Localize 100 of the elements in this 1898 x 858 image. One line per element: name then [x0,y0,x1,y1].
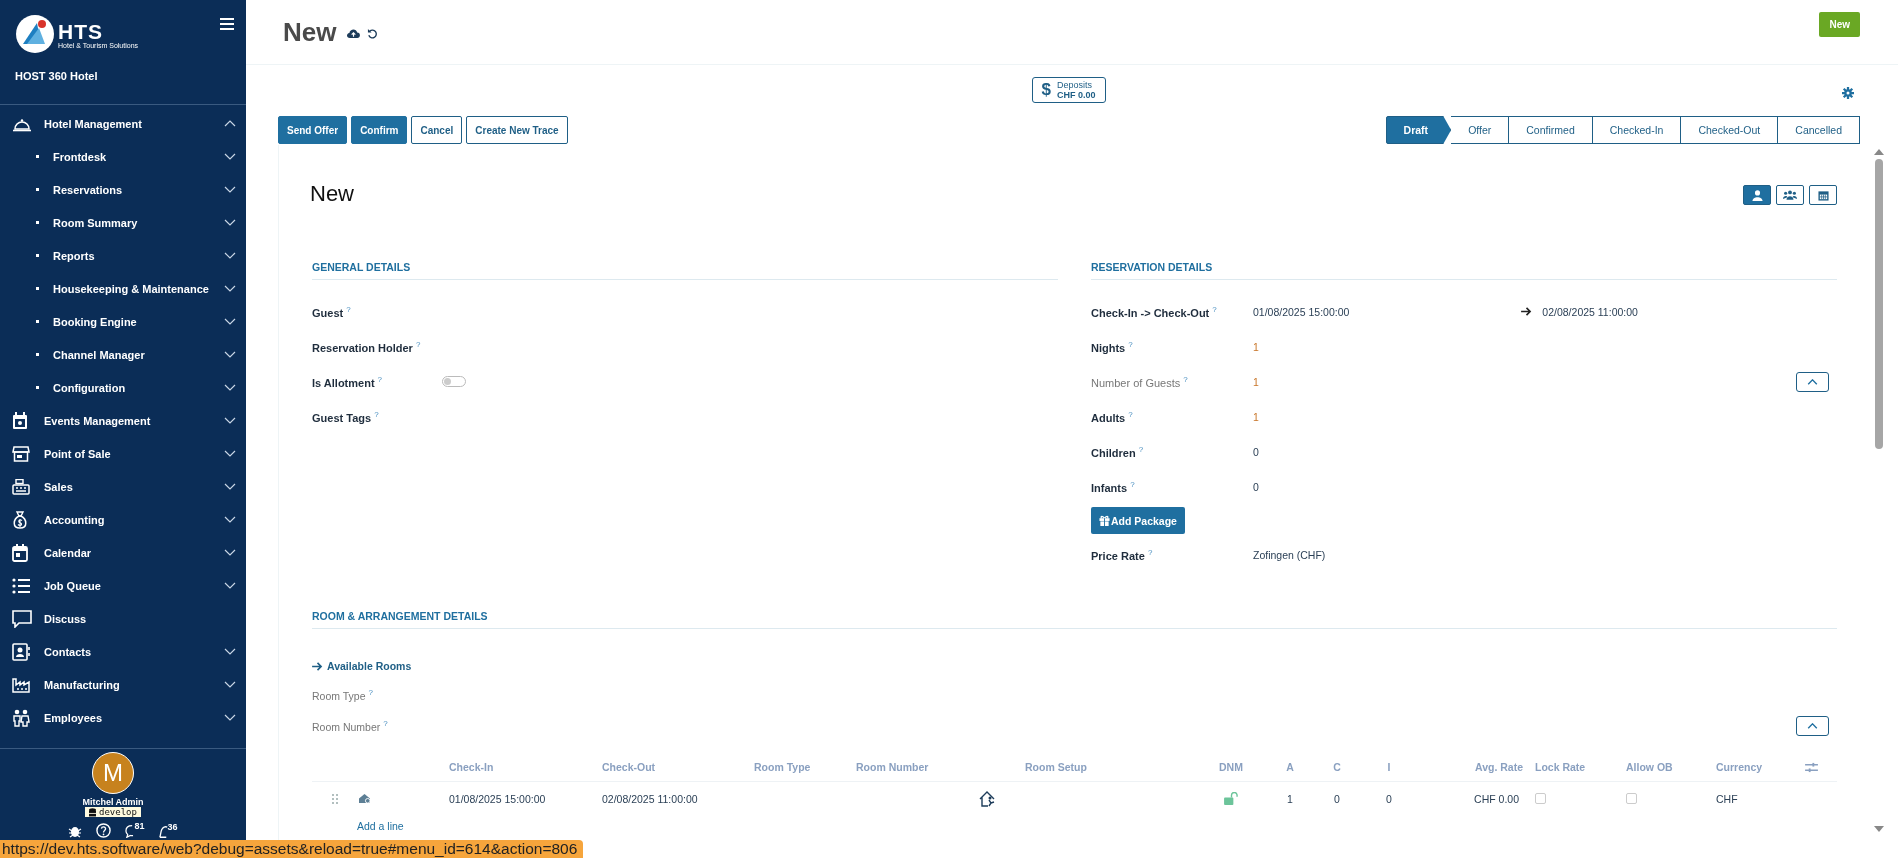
checkbox[interactable] [1535,793,1546,804]
action-button[interactable]: Confirm [351,116,408,144]
menu-item[interactable]: Discuss [0,602,246,635]
submenu-item[interactable]: Booking Engine [0,305,246,338]
scroll-up-icon[interactable] [1874,149,1884,155]
table-cell-text: 01/08/2025 15:00:00 [449,792,547,805]
calendar-icon [12,411,28,430]
settings-icon[interactable] [1842,87,1854,99]
menu-label: Employees [44,711,103,724]
menu-item[interactable]: Point of Sale [0,437,246,470]
bullet-icon [36,155,39,158]
bullet-icon [36,353,39,356]
deposits-label: Deposits [1056,80,1092,90]
action-button[interactable]: Create New Trace [466,116,568,144]
menu-item[interactable]: Accounting [0,503,246,536]
record-title: New [310,181,354,208]
field-label: Adults $^{?}$ [1091,409,1134,424]
status-stage[interactable]: Confirmed [1509,116,1593,144]
field-value[interactable]: 1 [1253,340,1261,353]
status-stage[interactable]: Checked-In [1592,116,1682,144]
status-bar-url: https://dev.hts.software/web?debug=assets&reload=true#menu_id=614&action=806 [0,840,584,858]
help-icon[interactable] [96,823,112,838]
page-title: New [283,16,337,48]
submenu-item[interactable]: Housekeeping & Maintenance [0,272,246,305]
collapse-button[interactable] [1796,715,1829,736]
view-button[interactable] [1809,185,1837,205]
bullet-icon [36,188,39,191]
menu-label: Reports [53,249,95,262]
menu-item[interactable]: Sales [0,470,246,503]
person-icon [1751,189,1763,201]
menu-label: Accounting [44,513,105,526]
submenu-item[interactable]: Reservations [0,173,246,206]
field-label: Nights $^{?}$ [1091,339,1134,354]
menu-item[interactable]: Calendar [0,536,246,569]
bullet-icon [36,287,39,290]
add-package-button[interactable]: Add Package [1091,507,1185,534]
available-rooms-link[interactable]: Available Rooms [312,660,412,672]
field-value[interactable]: Zofingen (CHF) [1253,548,1326,561]
chevron-up-icon [1807,378,1818,385]
field-value[interactable]: 0 [1253,480,1261,493]
submenu-item[interactable]: Frontdesk [0,140,246,173]
status-stage[interactable]: Cancelled [1778,116,1860,144]
people-icon [12,708,30,727]
field-label: Check-In -> Check-Out $^{?}$ [1091,304,1218,319]
menu-item[interactable]: Hotel Management [0,107,246,140]
submenu-item[interactable]: Channel Manager [0,338,246,371]
menu-label: Reservations [53,183,123,196]
list-icon [12,577,30,594]
calendar-icon [1817,189,1829,201]
arrow-right-icon [1521,307,1533,316]
company-name: HOST 360 Hotel [0,58,246,105]
submenu-item[interactable]: Room Summary [0,206,246,239]
menu-item[interactable]: Employees [0,701,246,734]
status-stage[interactable]: Draft [1385,116,1452,144]
menu-label: Events Management [44,414,151,427]
database-name: develop [99,807,137,817]
menu-item[interactable]: Manufacturing [0,668,246,701]
collapse-button[interactable] [1796,371,1829,392]
submenu-item[interactable]: Configuration [0,371,246,404]
gift-icon [1099,515,1110,526]
field-label: Infants $^{?}$ [1091,479,1136,494]
menu-label: Job Queue [44,579,101,592]
add-line-link[interactable]: Add a line [357,820,404,832]
drag-handle-icon[interactable] [332,793,338,804]
bell-icon [158,826,168,838]
table-cell-text: 0 [1333,792,1341,805]
menu-label: Contacts [44,645,92,658]
menu-icon[interactable] [220,18,234,30]
chat-icon [12,609,32,628]
field-value[interactable]: 01/08/2025 15:00:00 [1253,305,1350,318]
field-label: Guest Tags $^{?}$ [312,409,380,424]
menu-item[interactable]: Job Queue [0,569,246,602]
checkbox[interactable] [1626,793,1637,804]
money-bag-icon [12,510,28,529]
table-cell-text: CHF [1716,792,1739,805]
action-button[interactable]: Send Offer [278,116,348,144]
undo-icon[interactable] [367,28,379,39]
action-button[interactable]: Cancel [411,116,463,144]
menu-item[interactable]: Contacts [0,635,246,668]
field-value[interactable]: 1 [1253,410,1261,423]
status-stage[interactable]: Offer [1451,116,1510,144]
room-setup-icon[interactable] [979,790,995,807]
view-button[interactable] [1743,185,1771,205]
field-value[interactable]: 1 [1253,375,1261,388]
cloud-upload-icon[interactable] [346,28,362,39]
scroll-down-icon[interactable] [1874,826,1884,832]
submenu-item[interactable]: Reports [0,239,246,272]
field-value[interactable]: 0 [1253,445,1261,458]
field-value[interactable]: 02/08/2025 11:00:00 [1542,305,1638,318]
menu-item[interactable]: Events Management [0,404,246,437]
toggle-switch[interactable] [442,376,466,387]
menu-label: Housekeeping & Maintenance [53,282,209,295]
column-settings-icon[interactable] [1804,761,1818,773]
status-stage[interactable]: Checked-Out [1681,116,1779,144]
table-cell-text: 0 [1385,792,1393,805]
house-icon[interactable] [358,793,371,804]
bug-icon[interactable] [68,824,83,838]
view-button[interactable] [1776,185,1804,205]
user-name: Mitchel Admin [82,797,144,807]
bullet-icon [36,386,39,389]
